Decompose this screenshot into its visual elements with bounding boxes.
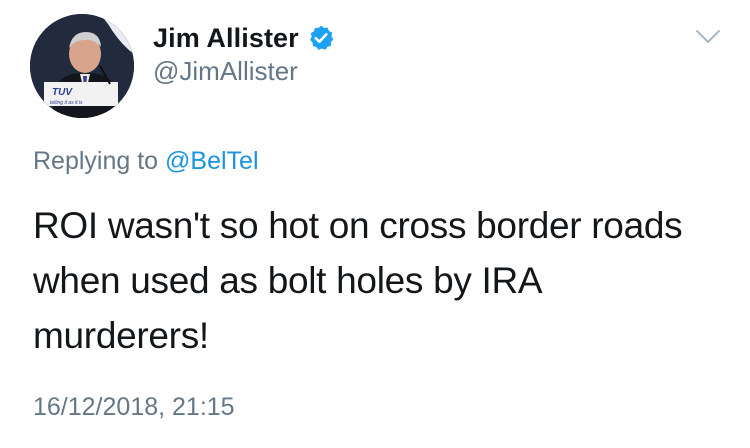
author-handle[interactable]: @JimAllister — [153, 56, 298, 87]
tweet-card: TUV telling it as it is Jim Allister @Ji… — [0, 0, 750, 448]
tweet-text: ROI wasn't so hot on cross border roads … — [33, 205, 683, 356]
author-name-row: Jim Allister — [153, 18, 335, 58]
replying-to-line: Replying to @BelTel — [33, 147, 259, 176]
avatar[interactable]: TUV telling it as it is — [30, 14, 134, 118]
replying-to-label: Replying to — [33, 147, 159, 175]
replying-to-link[interactable]: @BelTel — [165, 147, 258, 175]
avatar-photo: TUV telling it as it is — [30, 14, 134, 118]
author-display-name[interactable]: Jim Allister — [153, 23, 299, 54]
avatar-banner-text: TUV — [52, 87, 73, 98]
verified-badge-icon — [307, 24, 335, 52]
tweet-timestamp[interactable]: 16/12/2018, 21:15 — [33, 393, 235, 422]
chevron-down-icon[interactable] — [695, 28, 721, 46]
avatar-banner-subtext: telling it as it is — [50, 100, 83, 106]
